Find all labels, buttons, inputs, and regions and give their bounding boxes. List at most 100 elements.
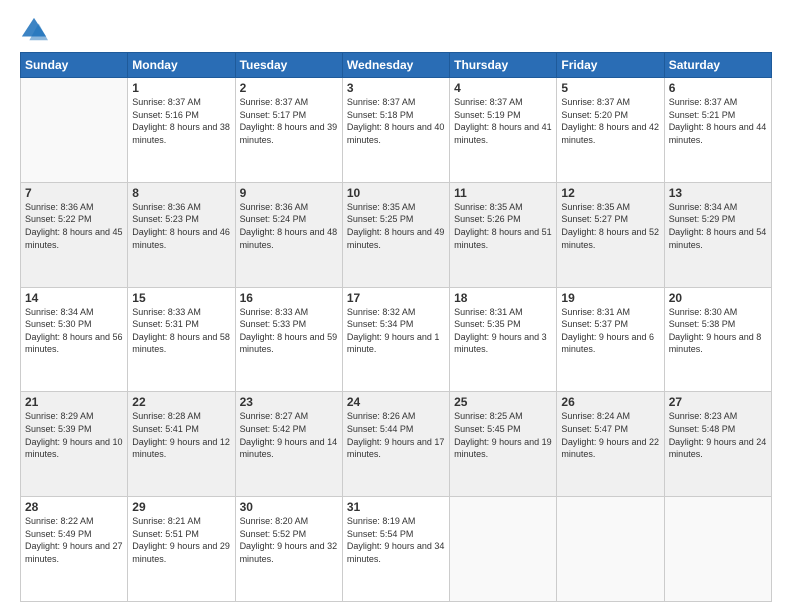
day-number: 12: [561, 186, 659, 200]
calendar-cell: 8Sunrise: 8:36 AMSunset: 5:23 PMDaylight…: [128, 182, 235, 287]
day-number: 20: [669, 291, 767, 305]
calendar-cell: 25Sunrise: 8:25 AMSunset: 5:45 PMDayligh…: [450, 392, 557, 497]
calendar-cell: 4Sunrise: 8:37 AMSunset: 5:19 PMDaylight…: [450, 78, 557, 183]
calendar-cell: 24Sunrise: 8:26 AMSunset: 5:44 PMDayligh…: [342, 392, 449, 497]
calendar-cell: [21, 78, 128, 183]
day-info: Sunrise: 8:33 AMSunset: 5:33 PMDaylight:…: [240, 306, 338, 356]
calendar-cell: 17Sunrise: 8:32 AMSunset: 5:34 PMDayligh…: [342, 287, 449, 392]
day-number: 30: [240, 500, 338, 514]
calendar-cell: 23Sunrise: 8:27 AMSunset: 5:42 PMDayligh…: [235, 392, 342, 497]
day-info: Sunrise: 8:32 AMSunset: 5:34 PMDaylight:…: [347, 306, 445, 356]
calendar-cell: 22Sunrise: 8:28 AMSunset: 5:41 PMDayligh…: [128, 392, 235, 497]
day-info: Sunrise: 8:37 AMSunset: 5:16 PMDaylight:…: [132, 96, 230, 146]
day-number: 21: [25, 395, 123, 409]
calendar-cell: 15Sunrise: 8:33 AMSunset: 5:31 PMDayligh…: [128, 287, 235, 392]
day-info: Sunrise: 8:24 AMSunset: 5:47 PMDaylight:…: [561, 410, 659, 460]
day-number: 14: [25, 291, 123, 305]
calendar-cell: 31Sunrise: 8:19 AMSunset: 5:54 PMDayligh…: [342, 497, 449, 602]
logo-icon: [20, 16, 48, 44]
calendar: SundayMondayTuesdayWednesdayThursdayFrid…: [20, 52, 772, 602]
day-number: 3: [347, 81, 445, 95]
day-info: Sunrise: 8:34 AMSunset: 5:29 PMDaylight:…: [669, 201, 767, 251]
day-number: 27: [669, 395, 767, 409]
day-number: 13: [669, 186, 767, 200]
day-number: 18: [454, 291, 552, 305]
calendar-cell: [557, 497, 664, 602]
calendar-cell: 11Sunrise: 8:35 AMSunset: 5:26 PMDayligh…: [450, 182, 557, 287]
calendar-cell: 10Sunrise: 8:35 AMSunset: 5:25 PMDayligh…: [342, 182, 449, 287]
day-info: Sunrise: 8:27 AMSunset: 5:42 PMDaylight:…: [240, 410, 338, 460]
calendar-cell: 12Sunrise: 8:35 AMSunset: 5:27 PMDayligh…: [557, 182, 664, 287]
day-number: 16: [240, 291, 338, 305]
day-info: Sunrise: 8:36 AMSunset: 5:24 PMDaylight:…: [240, 201, 338, 251]
day-info: Sunrise: 8:29 AMSunset: 5:39 PMDaylight:…: [25, 410, 123, 460]
calendar-cell: 16Sunrise: 8:33 AMSunset: 5:33 PMDayligh…: [235, 287, 342, 392]
day-number: 5: [561, 81, 659, 95]
day-number: 22: [132, 395, 230, 409]
calendar-cell: 20Sunrise: 8:30 AMSunset: 5:38 PMDayligh…: [664, 287, 771, 392]
day-number: 24: [347, 395, 445, 409]
week-row-1: 1Sunrise: 8:37 AMSunset: 5:16 PMDaylight…: [21, 78, 772, 183]
calendar-cell: 18Sunrise: 8:31 AMSunset: 5:35 PMDayligh…: [450, 287, 557, 392]
calendar-cell: 6Sunrise: 8:37 AMSunset: 5:21 PMDaylight…: [664, 78, 771, 183]
day-info: Sunrise: 8:33 AMSunset: 5:31 PMDaylight:…: [132, 306, 230, 356]
calendar-cell: [450, 497, 557, 602]
week-row-3: 14Sunrise: 8:34 AMSunset: 5:30 PMDayligh…: [21, 287, 772, 392]
day-number: 7: [25, 186, 123, 200]
day-number: 29: [132, 500, 230, 514]
day-info: Sunrise: 8:37 AMSunset: 5:18 PMDaylight:…: [347, 96, 445, 146]
calendar-cell: [664, 497, 771, 602]
week-row-2: 7Sunrise: 8:36 AMSunset: 5:22 PMDaylight…: [21, 182, 772, 287]
weekday-header-monday: Monday: [128, 53, 235, 78]
calendar-cell: 9Sunrise: 8:36 AMSunset: 5:24 PMDaylight…: [235, 182, 342, 287]
day-info: Sunrise: 8:37 AMSunset: 5:21 PMDaylight:…: [669, 96, 767, 146]
calendar-cell: 28Sunrise: 8:22 AMSunset: 5:49 PMDayligh…: [21, 497, 128, 602]
day-info: Sunrise: 8:26 AMSunset: 5:44 PMDaylight:…: [347, 410, 445, 460]
day-number: 9: [240, 186, 338, 200]
calendar-cell: 19Sunrise: 8:31 AMSunset: 5:37 PMDayligh…: [557, 287, 664, 392]
day-number: 19: [561, 291, 659, 305]
weekday-header-tuesday: Tuesday: [235, 53, 342, 78]
day-info: Sunrise: 8:25 AMSunset: 5:45 PMDaylight:…: [454, 410, 552, 460]
day-info: Sunrise: 8:36 AMSunset: 5:23 PMDaylight:…: [132, 201, 230, 251]
day-info: Sunrise: 8:22 AMSunset: 5:49 PMDaylight:…: [25, 515, 123, 565]
day-info: Sunrise: 8:21 AMSunset: 5:51 PMDaylight:…: [132, 515, 230, 565]
day-number: 4: [454, 81, 552, 95]
weekday-header-saturday: Saturday: [664, 53, 771, 78]
day-info: Sunrise: 8:34 AMSunset: 5:30 PMDaylight:…: [25, 306, 123, 356]
calendar-cell: 26Sunrise: 8:24 AMSunset: 5:47 PMDayligh…: [557, 392, 664, 497]
day-number: 15: [132, 291, 230, 305]
day-number: 23: [240, 395, 338, 409]
calendar-cell: 14Sunrise: 8:34 AMSunset: 5:30 PMDayligh…: [21, 287, 128, 392]
calendar-cell: 7Sunrise: 8:36 AMSunset: 5:22 PMDaylight…: [21, 182, 128, 287]
day-info: Sunrise: 8:36 AMSunset: 5:22 PMDaylight:…: [25, 201, 123, 251]
day-number: 2: [240, 81, 338, 95]
day-number: 10: [347, 186, 445, 200]
weekday-header-row: SundayMondayTuesdayWednesdayThursdayFrid…: [21, 53, 772, 78]
weekday-header-sunday: Sunday: [21, 53, 128, 78]
day-info: Sunrise: 8:23 AMSunset: 5:48 PMDaylight:…: [669, 410, 767, 460]
day-number: 17: [347, 291, 445, 305]
day-number: 26: [561, 395, 659, 409]
calendar-cell: 2Sunrise: 8:37 AMSunset: 5:17 PMDaylight…: [235, 78, 342, 183]
calendar-cell: 3Sunrise: 8:37 AMSunset: 5:18 PMDaylight…: [342, 78, 449, 183]
day-number: 28: [25, 500, 123, 514]
day-number: 6: [669, 81, 767, 95]
weekday-header-friday: Friday: [557, 53, 664, 78]
day-number: 8: [132, 186, 230, 200]
day-info: Sunrise: 8:35 AMSunset: 5:26 PMDaylight:…: [454, 201, 552, 251]
day-info: Sunrise: 8:19 AMSunset: 5:54 PMDaylight:…: [347, 515, 445, 565]
page: SundayMondayTuesdayWednesdayThursdayFrid…: [0, 0, 792, 612]
calendar-cell: 27Sunrise: 8:23 AMSunset: 5:48 PMDayligh…: [664, 392, 771, 497]
day-info: Sunrise: 8:31 AMSunset: 5:35 PMDaylight:…: [454, 306, 552, 356]
day-info: Sunrise: 8:37 AMSunset: 5:20 PMDaylight:…: [561, 96, 659, 146]
calendar-cell: 29Sunrise: 8:21 AMSunset: 5:51 PMDayligh…: [128, 497, 235, 602]
day-number: 31: [347, 500, 445, 514]
calendar-cell: 5Sunrise: 8:37 AMSunset: 5:20 PMDaylight…: [557, 78, 664, 183]
calendar-cell: 1Sunrise: 8:37 AMSunset: 5:16 PMDaylight…: [128, 78, 235, 183]
weekday-header-thursday: Thursday: [450, 53, 557, 78]
day-number: 1: [132, 81, 230, 95]
day-info: Sunrise: 8:35 AMSunset: 5:27 PMDaylight:…: [561, 201, 659, 251]
day-info: Sunrise: 8:37 AMSunset: 5:17 PMDaylight:…: [240, 96, 338, 146]
week-row-5: 28Sunrise: 8:22 AMSunset: 5:49 PMDayligh…: [21, 497, 772, 602]
